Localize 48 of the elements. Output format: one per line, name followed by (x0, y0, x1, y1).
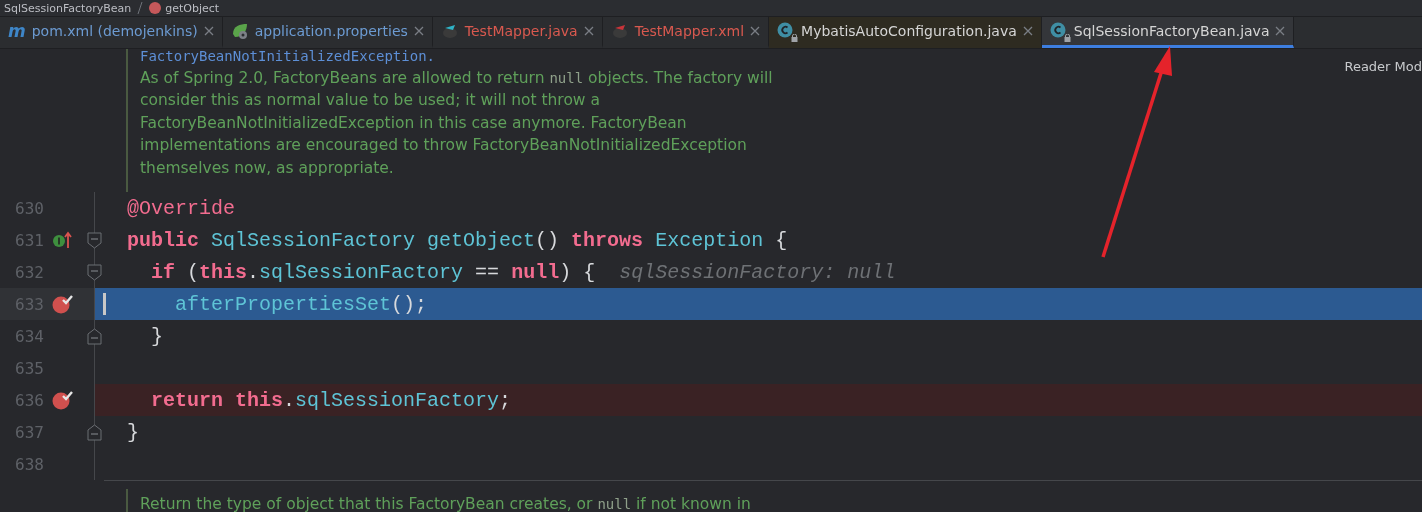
line-number: 632 (14, 262, 44, 282)
breadcrumb-item[interactable]: getObject (165, 1, 220, 15)
close-icon[interactable] (1022, 26, 1033, 36)
method-icon (149, 2, 162, 14)
close-icon[interactable] (413, 26, 424, 36)
line-number: 637 (14, 422, 44, 442)
reader-mode-link[interactable]: Reader Mod (1344, 59, 1422, 74)
line-number: 630 (14, 198, 44, 218)
close-icon[interactable] (583, 26, 594, 36)
fold-icon[interactable] (87, 232, 102, 249)
code-line: } (150, 324, 163, 348)
text-caret (103, 293, 106, 315)
inline-value-hint: sqlSessionFactory: null (619, 260, 896, 284)
code-line: return this.sqlSessionFactory; (150, 388, 512, 412)
close-icon[interactable] (203, 26, 214, 36)
close-icon[interactable] (1275, 26, 1286, 36)
breakpoint-icon[interactable] (52, 390, 74, 410)
line-number: 634 (14, 326, 44, 346)
fold-icon[interactable] (87, 328, 102, 345)
maven-icon: m (8, 21, 26, 41)
lock-icon (791, 34, 799, 42)
doc-link[interactable]: FactoryBeanNotInitializedException. (140, 49, 1333, 63)
class-icon (1049, 22, 1068, 40)
editor-tab[interactable]: TestMapper.java (432, 17, 603, 48)
implemented-method-icon[interactable] (52, 230, 74, 250)
breakpoint-icon[interactable] (52, 294, 74, 314)
leaf-gear-icon (230, 22, 249, 40)
editor-tab[interactable]: application.properties (222, 17, 433, 48)
code-line: } (127, 420, 139, 444)
breadcrumb-item[interactable]: SqlSessionFactoryBean (4, 1, 132, 15)
line-number: 636 (14, 390, 44, 410)
editor-tab[interactable]: m pom.xml (demojenkins) (0, 17, 223, 48)
editor-tab[interactable]: MybatisAutoConfiguration.java (769, 17, 1042, 48)
line-number: 631 (14, 230, 44, 250)
line-number: 638 (14, 454, 44, 474)
doc-paragraph: Return the type of object that this FactoryBean creates, or null if not known in (140, 494, 752, 512)
doc-paragraph: As of Spring 2.0, FactoryBeans are allowed to return null objects. The factory will consider this as normal value to be used; it will not throw a FactoryBeanNotInitializedException in this case anymore. FactoryBean implementations are encouraged to throw FactoryBeanNotInitializedException themselves now, as appropriate. (140, 68, 774, 179)
code-line: @Override (127, 196, 236, 220)
fold-icon[interactable] (87, 264, 102, 281)
code-line: public SqlSessionFactory getObject() throws Exception { (127, 228, 788, 252)
editor-tab[interactable]: SqlSessionFactoryBean.java (1041, 17, 1295, 48)
line-number: 635 (14, 358, 44, 378)
code-line: afterPropertiesSet(); (174, 292, 428, 316)
code-line: if (this.sqlSessionFactory == null) { (150, 260, 596, 284)
separator-icon (137, 2, 144, 14)
close-icon[interactable] (750, 26, 761, 36)
fold-icon[interactable] (87, 424, 102, 441)
lock-icon (1063, 34, 1071, 42)
